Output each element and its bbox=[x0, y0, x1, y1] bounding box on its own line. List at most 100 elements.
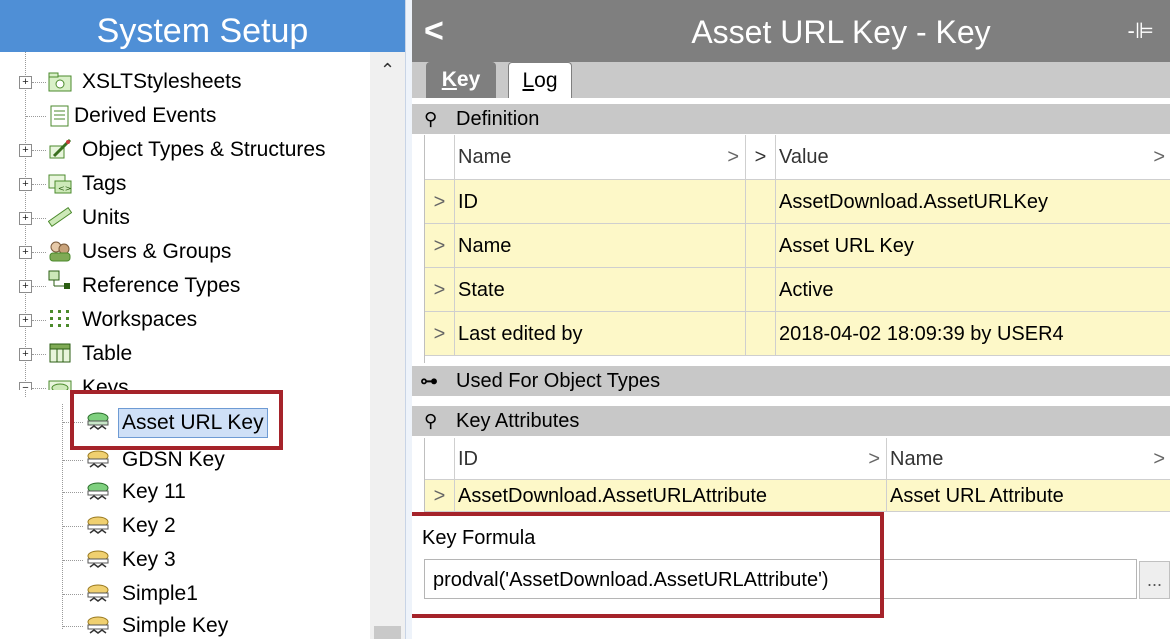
row-expand-icon[interactable]: > bbox=[425, 312, 455, 355]
expand-icon[interactable]: + bbox=[19, 280, 32, 293]
tree-node-label: Workspaces bbox=[82, 308, 198, 331]
row-header-cell bbox=[425, 438, 455, 479]
table-row[interactable]: > ID AssetDownload.AssetURLKey bbox=[425, 180, 1170, 224]
expand-icon[interactable]: + bbox=[19, 246, 32, 259]
section-key-attributes[interactable]: ⚲ Key Attributes bbox=[412, 406, 1170, 436]
key-attributes-table: ID > Name > > AssetDownload.AssetURLAttr… bbox=[424, 438, 1170, 514]
spacer-cell bbox=[746, 180, 776, 223]
table-header-row: Name > > Value > bbox=[425, 135, 1170, 180]
tree-node-xslt-stylesheets[interactable]: + XSLTStylesheets bbox=[0, 66, 360, 98]
collapse-pin-icon[interactable]: ⚲ bbox=[424, 104, 437, 134]
section-used-for-object-types[interactable]: ⊶ Used For Object Types bbox=[412, 366, 1170, 396]
object-types-icon bbox=[49, 138, 72, 159]
definition-value-cell[interactable]: Active bbox=[776, 268, 1170, 311]
panel-divider[interactable] bbox=[405, 0, 412, 639]
definition-table: Name > > Value > > ID AssetDownload.Asse… bbox=[424, 135, 1170, 363]
definition-value-cell[interactable]: Asset URL Key bbox=[776, 224, 1170, 267]
ruler-icon bbox=[48, 206, 72, 228]
formula-highlight-box bbox=[412, 512, 884, 618]
column-header-label: Value bbox=[779, 146, 829, 168]
tree-node-users-groups[interactable]: + Users & Groups bbox=[0, 236, 360, 268]
cell-text: Asset URL Key bbox=[779, 235, 914, 257]
column-header-label: ID bbox=[458, 448, 478, 470]
tree-node-label: Key 2 bbox=[122, 514, 176, 537]
tree-node-label: Derived Events bbox=[74, 104, 217, 127]
tree-node-units[interactable]: + Units bbox=[0, 202, 360, 234]
table-row[interactable]: > Last edited by 2018-04-02 18:09:39 by … bbox=[425, 312, 1170, 356]
definition-name-cell: ID bbox=[455, 180, 746, 223]
list-document-icon bbox=[50, 105, 69, 127]
expand-icon[interactable]: + bbox=[19, 76, 32, 89]
tree-node-object-types[interactable]: + Object Types & Structures bbox=[0, 134, 360, 166]
key-editor-panel: < Asset URL Key - Key -⊫ Key Log ⚲ Defin… bbox=[412, 0, 1170, 639]
column-header-label: Name bbox=[458, 146, 512, 168]
row-expand-icon[interactable]: > bbox=[425, 268, 455, 311]
section-title: Key Attributes bbox=[456, 410, 580, 432]
key-icon bbox=[87, 584, 109, 602]
cell-text: State bbox=[458, 279, 505, 301]
tree-node-key-3[interactable]: Key 3 bbox=[0, 544, 360, 576]
tree-node-table[interactable]: + Table bbox=[0, 338, 360, 370]
tree-node-tags[interactable]: + <> Tags bbox=[0, 168, 360, 200]
cell-text: ID bbox=[458, 191, 478, 213]
expand-icon[interactable]: + bbox=[19, 212, 32, 225]
system-setup-title: System Setup bbox=[0, 0, 405, 52]
spacer-cell bbox=[746, 312, 776, 355]
spacer-cell bbox=[746, 268, 776, 311]
expand-icon[interactable]: + bbox=[19, 314, 32, 327]
table-row[interactable]: > Name Asset URL Key bbox=[425, 224, 1170, 268]
tree-node-key-2[interactable]: Key 2 bbox=[0, 510, 360, 542]
chevron-right-icon[interactable]: > bbox=[746, 135, 776, 179]
expand-pin-icon[interactable]: ⊶ bbox=[420, 366, 438, 396]
cell-text: AssetDownload.AssetURLAttribute bbox=[458, 485, 768, 507]
definition-name-cell: Name bbox=[455, 224, 746, 267]
setup-tree[interactable]: + XSLTStylesheets Derived Events + Objec… bbox=[0, 52, 370, 639]
pin-icon[interactable]: -⊫ bbox=[1128, 16, 1155, 46]
editor-tabs: Key Log bbox=[412, 62, 1170, 98]
tab-log[interactable]: Log bbox=[508, 62, 572, 98]
formula-editor-button[interactable]: ... bbox=[1139, 561, 1170, 599]
users-icon bbox=[49, 241, 71, 262]
column-header-id[interactable]: ID > bbox=[455, 438, 887, 479]
row-expand-icon[interactable]: > bbox=[425, 480, 455, 511]
table-row[interactable]: > State Active bbox=[425, 268, 1170, 312]
key-icon bbox=[87, 450, 109, 468]
tree-node-derived-events[interactable]: Derived Events bbox=[0, 100, 360, 132]
column-header-name[interactable]: Name > bbox=[887, 438, 1170, 479]
collapse-pin-icon[interactable]: ⚲ bbox=[424, 406, 437, 436]
section-definition[interactable]: ⚲ Definition bbox=[412, 104, 1170, 134]
tree-scrollbar[interactable]: ⌃ bbox=[370, 52, 405, 639]
tree-node-label: Key 11 bbox=[122, 480, 186, 503]
table-row[interactable]: > AssetDownload.AssetURLAttribute Asset … bbox=[425, 480, 1170, 512]
svg-text:<>: <> bbox=[58, 184, 71, 193]
expand-icon[interactable]: + bbox=[19, 178, 32, 191]
tree-node-label: Table bbox=[82, 342, 133, 365]
tab-key[interactable]: Key bbox=[426, 62, 496, 98]
cell-text: AssetDownload.AssetURLKey bbox=[779, 191, 1049, 213]
tree-node-simple1[interactable]: Simple1 bbox=[0, 578, 360, 610]
scroll-up-icon[interactable]: ⌃ bbox=[370, 60, 405, 86]
tree-node-reference-types[interactable]: + Reference Types bbox=[0, 270, 360, 302]
tab-log-mnemonic: L bbox=[522, 69, 535, 92]
tree-node-label: Object Types & Structures bbox=[82, 138, 326, 161]
key-icon bbox=[87, 550, 109, 568]
definition-value-cell[interactable]: 2018-04-02 18:09:39 by USER4 bbox=[776, 312, 1170, 355]
scrollbar-thumb[interactable] bbox=[374, 626, 401, 639]
cell-text: 2018-04-02 18:09:39 by USER4 bbox=[779, 323, 1064, 345]
tree-node-key-11[interactable]: Key 11 bbox=[0, 476, 360, 508]
cell-text: Last edited by bbox=[458, 323, 583, 345]
row-expand-icon[interactable]: > bbox=[425, 180, 455, 223]
section-title: Used For Object Types bbox=[456, 370, 661, 392]
row-expand-icon[interactable]: > bbox=[425, 224, 455, 267]
tree-node-label: Tags bbox=[82, 172, 127, 195]
expand-icon[interactable]: + bbox=[19, 144, 32, 157]
tree-node-label: Units bbox=[82, 206, 130, 229]
key-icon bbox=[87, 482, 109, 500]
tree-node-simple-key[interactable]: Simple Key bbox=[0, 610, 360, 639]
chevron-right-icon: > bbox=[1153, 146, 1165, 168]
definition-value-cell[interactable]: AssetDownload.AssetURLKey bbox=[776, 180, 1170, 223]
tree-node-workspaces[interactable]: + Workspaces bbox=[0, 304, 360, 336]
column-header-name[interactable]: Name > bbox=[455, 135, 746, 179]
expand-icon[interactable]: + bbox=[19, 348, 32, 361]
column-header-value[interactable]: Value > bbox=[776, 135, 1170, 179]
